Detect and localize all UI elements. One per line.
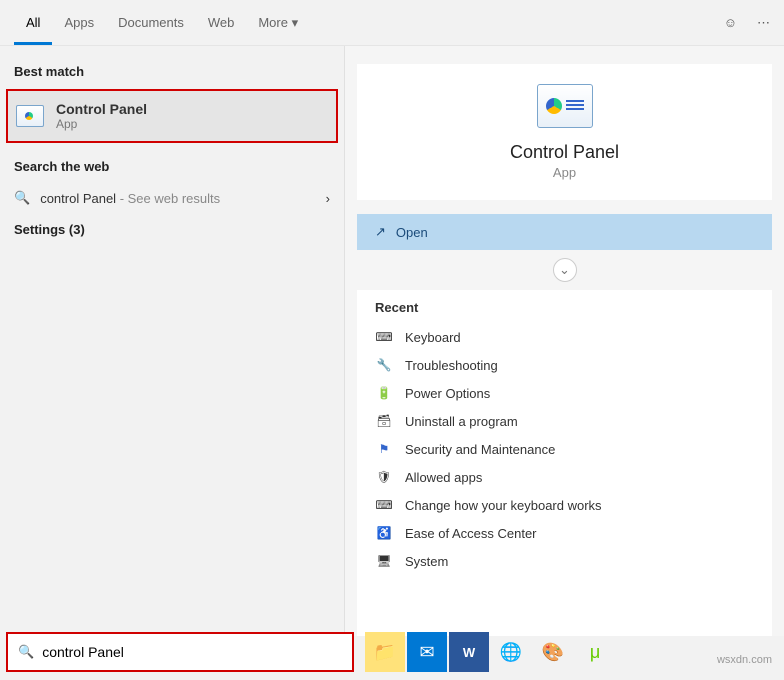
uninstall-icon: 🗃 — [375, 413, 393, 429]
recent-label: Troubleshooting — [405, 358, 498, 373]
paint-icon[interactable]: 🎨 — [533, 632, 573, 672]
recent-keyboard[interactable]: ⌨ Keyboard — [375, 323, 754, 351]
search-icon: 🔍 — [14, 190, 30, 206]
keyboard-icon: ⌨ — [375, 329, 393, 345]
result-title: Control Panel — [56, 101, 147, 117]
power-icon: 🔋 — [375, 385, 393, 401]
recent-label: Allowed apps — [405, 470, 482, 485]
preview-sub: App — [377, 165, 752, 180]
recent-label: Power Options — [405, 386, 490, 401]
ease-icon: ♿ — [375, 525, 393, 541]
watermark: wsxdn.com — [717, 654, 772, 666]
tab-documents[interactable]: Documents — [106, 1, 196, 45]
tab-web[interactable]: Web — [196, 1, 247, 45]
chevron-down-icon[interactable]: ⌄ — [553, 258, 577, 282]
recent-label: Security and Maintenance — [405, 442, 555, 457]
recent-allowed[interactable]: 🛡 Allowed apps — [375, 463, 754, 491]
preview-pane: Control Panel App ↗ Open ⌄ Recent ⌨ Keybo… — [345, 46, 784, 636]
tab-bar: All Apps Documents Web More ▾ ☺ ⋯ — [0, 0, 784, 46]
main: Best match Control Panel App Search the … — [0, 46, 784, 636]
recent-label: Uninstall a program — [405, 414, 518, 429]
result-sub: App — [56, 117, 147, 131]
recent-label: Keyboard — [405, 330, 461, 345]
open-icon: ↗ — [375, 224, 386, 240]
chevron-right-icon: › — [326, 191, 330, 206]
file-explorer-icon[interactable]: 📁 — [365, 632, 405, 672]
tab-all[interactable]: All — [14, 1, 52, 45]
preview-title: Control Panel — [377, 142, 752, 163]
recent-label: Change how your keyboard works — [405, 498, 602, 513]
preview-card: Control Panel App — [357, 64, 772, 200]
word-icon[interactable]: W — [449, 632, 489, 672]
shield-icon: 🛡 — [375, 469, 393, 485]
recent-troubleshooting[interactable]: 🔧 Troubleshooting — [375, 351, 754, 379]
recent-ease[interactable]: ♿ Ease of Access Center — [375, 519, 754, 547]
keyboard-icon: ⌨ — [375, 497, 393, 513]
recent-label: System — [405, 554, 448, 569]
recent-system[interactable]: 🖥 System — [375, 547, 754, 575]
settings-header[interactable]: Settings (3) — [0, 216, 344, 243]
web-query: control Panel — [40, 191, 116, 206]
open-button[interactable]: ↗ Open — [357, 214, 772, 250]
search-box[interactable]: 🔍 — [6, 632, 354, 672]
mail-icon[interactable]: ✉ — [407, 632, 447, 672]
search-input[interactable] — [42, 644, 342, 660]
web-result[interactable]: 🔍 control Panel - See web results › — [0, 180, 344, 216]
feedback-icon[interactable]: ☺ — [724, 15, 737, 31]
recent-label: Ease of Access Center — [405, 526, 537, 541]
search-web-header: Search the web — [0, 153, 344, 180]
recent-keyboard-change[interactable]: ⌨ Change how your keyboard works — [375, 491, 754, 519]
search-icon: 🔍 — [18, 644, 34, 660]
chrome-icon[interactable]: 🌐 — [491, 632, 531, 672]
open-label: Open — [396, 225, 428, 240]
results-pane: Best match Control Panel App Search the … — [0, 46, 345, 636]
system-icon: 🖥 — [375, 553, 393, 569]
taskbar: 📁 ✉ W 🌐 🎨 μ — [365, 632, 774, 672]
best-match-item[interactable]: Control Panel App — [6, 89, 338, 143]
troubleshoot-icon: 🔧 — [375, 357, 393, 373]
more-icon[interactable]: ⋯ — [757, 15, 770, 31]
recent-power[interactable]: 🔋 Power Options — [375, 379, 754, 407]
best-match-header: Best match — [0, 58, 344, 85]
control-panel-large-icon — [537, 84, 593, 128]
flag-icon: ⚑ — [375, 441, 393, 457]
recent-section: Recent ⌨ Keyboard 🔧 Troubleshooting 🔋 Power… — [357, 290, 772, 636]
utorrent-icon[interactable]: μ — [575, 632, 615, 672]
recent-uninstall[interactable]: 🗃 Uninstall a program — [375, 407, 754, 435]
recent-security[interactable]: ⚑ Security and Maintenance — [375, 435, 754, 463]
tab-apps[interactable]: Apps — [52, 1, 106, 45]
tab-more[interactable]: More ▾ — [246, 1, 310, 45]
control-panel-icon — [16, 105, 44, 127]
web-hint: - See web results — [116, 191, 220, 206]
recent-header: Recent — [375, 300, 754, 315]
